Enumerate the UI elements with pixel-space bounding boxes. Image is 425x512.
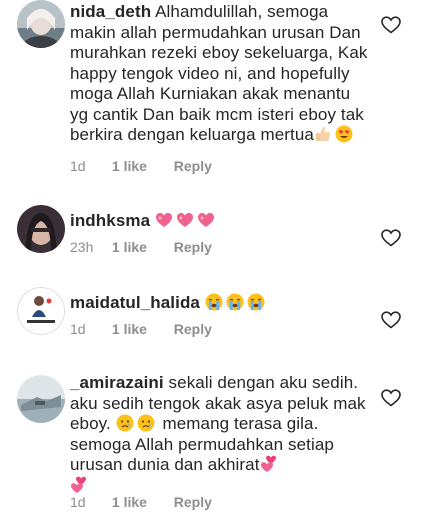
avatar[interactable] — [17, 287, 65, 335]
sparkling-heart-emoji — [155, 211, 173, 229]
comment-likes[interactable]: 1 like — [112, 494, 170, 510]
reply-button[interactable]: Reply — [174, 321, 212, 337]
comment-username[interactable]: indhksma — [70, 211, 150, 230]
comment-body: nida_deth Alhamdulillah, semoga makin al… — [70, 2, 370, 146]
like-heart-icon[interactable] — [381, 229, 401, 247]
comment-time: 1d — [70, 494, 86, 510]
avatar[interactable] — [17, 0, 65, 48]
comment-body: _amirazaini sekali dengan aku sedih. aku… — [70, 373, 370, 496]
like-heart-icon[interactable] — [381, 16, 401, 34]
comment-body: indhksma — [70, 211, 370, 232]
like-heart-icon[interactable] — [381, 389, 401, 407]
comment-time: 1d — [70, 321, 86, 337]
reply-button[interactable]: Reply — [174, 158, 212, 174]
crying-face-emoji — [137, 414, 155, 432]
comment-meta: 1d 1 like Reply — [70, 158, 212, 174]
comment-meta: 23h 1 like Reply — [70, 239, 212, 255]
comment-likes[interactable]: 1 like — [112, 321, 170, 337]
comment-likes[interactable]: 1 like — [112, 158, 170, 174]
two-hearts-emoji — [70, 476, 88, 494]
avatar[interactable] — [17, 205, 65, 253]
comment-meta: 1d 1 like Reply — [70, 494, 212, 510]
comment-time: 23h — [70, 239, 94, 255]
comment-meta: 1d 1 like Reply — [70, 321, 212, 337]
avatar[interactable] — [17, 375, 65, 423]
like-heart-icon[interactable] — [381, 311, 401, 329]
sparkling-heart-emoji — [176, 211, 194, 229]
comment-username[interactable]: _amirazaini — [70, 373, 164, 392]
comment-text: Alhamdulillah, semoga makin allah permud… — [70, 2, 368, 144]
comment-username[interactable]: nida_deth — [70, 2, 151, 21]
crying-face-emoji — [116, 414, 134, 432]
thumbs-up-emoji — [314, 125, 332, 143]
loudly-crying-emoji — [226, 293, 244, 311]
loudly-crying-emoji — [205, 293, 223, 311]
heart-eyes-emoji — [335, 125, 353, 143]
loudly-crying-emoji — [247, 293, 265, 311]
comment-username[interactable]: maidatul_halida — [70, 293, 200, 312]
comment-body: maidatul_halida — [70, 293, 370, 314]
two-hearts-emoji — [260, 455, 278, 473]
comment-likes[interactable]: 1 like — [112, 239, 170, 255]
reply-button[interactable]: Reply — [174, 494, 212, 510]
sparkling-heart-emoji — [197, 211, 215, 229]
reply-button[interactable]: Reply — [174, 239, 212, 255]
comment-time: 1d — [70, 158, 86, 174]
